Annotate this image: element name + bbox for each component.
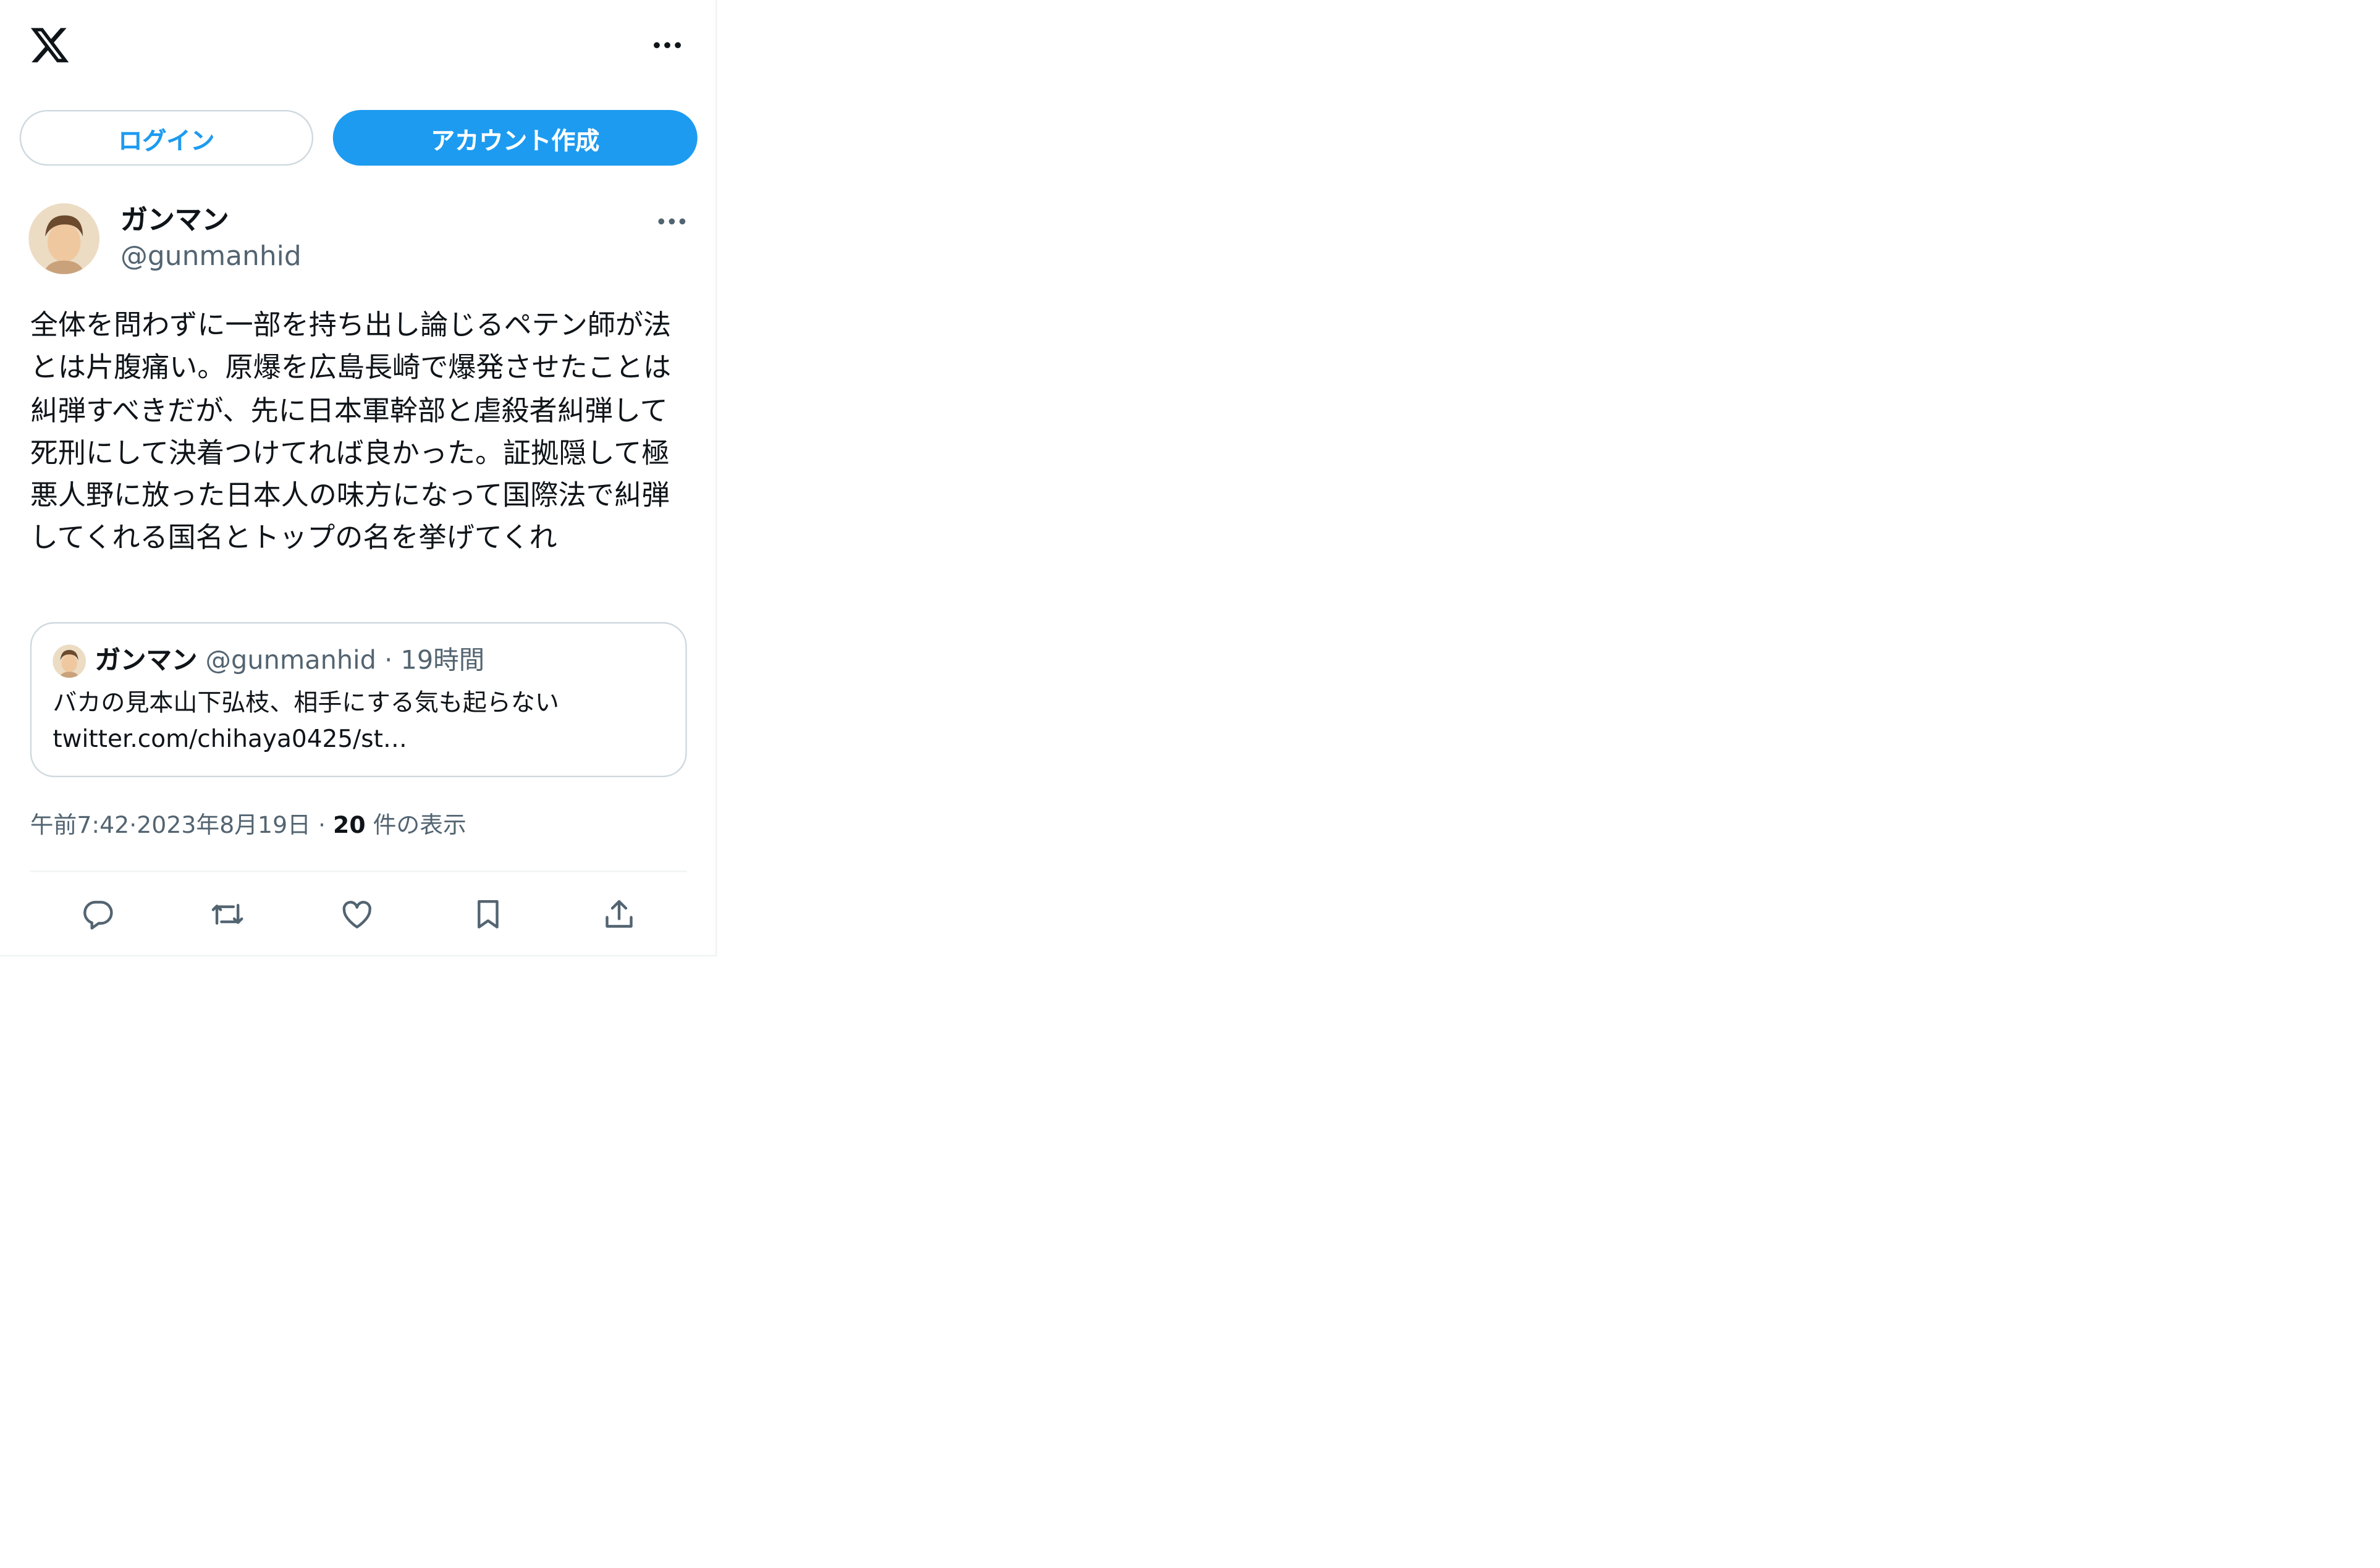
quoted-avatar <box>53 644 86 678</box>
tweet-text: 全体を問わずに一部を持ち出し論じるペテン師が法とは片腹痛い。原爆を広島長崎で爆発… <box>30 310 672 555</box>
quoted-author-name: ガンマン <box>95 646 198 677</box>
x-logo-icon[interactable] <box>28 24 70 66</box>
meta-separator: · <box>129 812 137 839</box>
quoted-link[interactable]: twitter.com/chihaya0425/st… <box>53 722 655 758</box>
quoted-text: バカの見本山下弘枝、相手にする気も起らない twitter.com/chihay… <box>53 685 655 757</box>
tweet-column: ログイン アカウント作成 ガンマン @gunmanhid 全体を問わずに一部を持… <box>0 0 717 957</box>
reply-icon[interactable] <box>78 895 117 934</box>
top-bar <box>0 0 715 90</box>
action-bar <box>30 883 687 943</box>
author-name[interactable]: ガンマン <box>120 203 229 240</box>
like-icon[interactable] <box>337 895 376 934</box>
tweet-time[interactable]: 午前7:42 <box>30 812 129 839</box>
tweet-more-icon[interactable] <box>651 205 693 238</box>
signup-button[interactable]: アカウント作成 <box>332 109 698 166</box>
quoted-tweet[interactable]: ガンマン @gunmanhid · 19時間 バカの見本山下弘枝、相手にする気も… <box>30 622 687 778</box>
tweet-date[interactable]: 2023年8月19日 <box>137 812 311 839</box>
views-label: 件の表示 <box>373 812 466 839</box>
retweet-icon[interactable] <box>208 895 247 934</box>
meta-separator: · <box>318 812 326 839</box>
quoted-separator: · <box>384 646 393 677</box>
views-count: 20 <box>333 812 366 839</box>
author-handle[interactable]: @gunmanhid <box>120 240 302 276</box>
quoted-text-line-1: バカの見本山下弘枝、相手にする気も起らない <box>53 688 559 717</box>
quoted-header: ガンマン @gunmanhid · 19時間 <box>95 643 485 680</box>
quoted-time: 19時間 <box>400 646 485 677</box>
avatar[interactable] <box>28 203 99 274</box>
more-icon[interactable] <box>644 27 690 64</box>
quoted-author-handle: @gunmanhid <box>205 646 377 677</box>
bookmark-icon[interactable] <box>468 895 507 934</box>
login-button[interactable]: ログイン <box>19 109 314 166</box>
tweet-meta: 午前7:42·2023年8月19日 · 20 件の表示 <box>30 809 466 842</box>
divider <box>30 870 687 872</box>
share-icon[interactable] <box>599 895 638 934</box>
